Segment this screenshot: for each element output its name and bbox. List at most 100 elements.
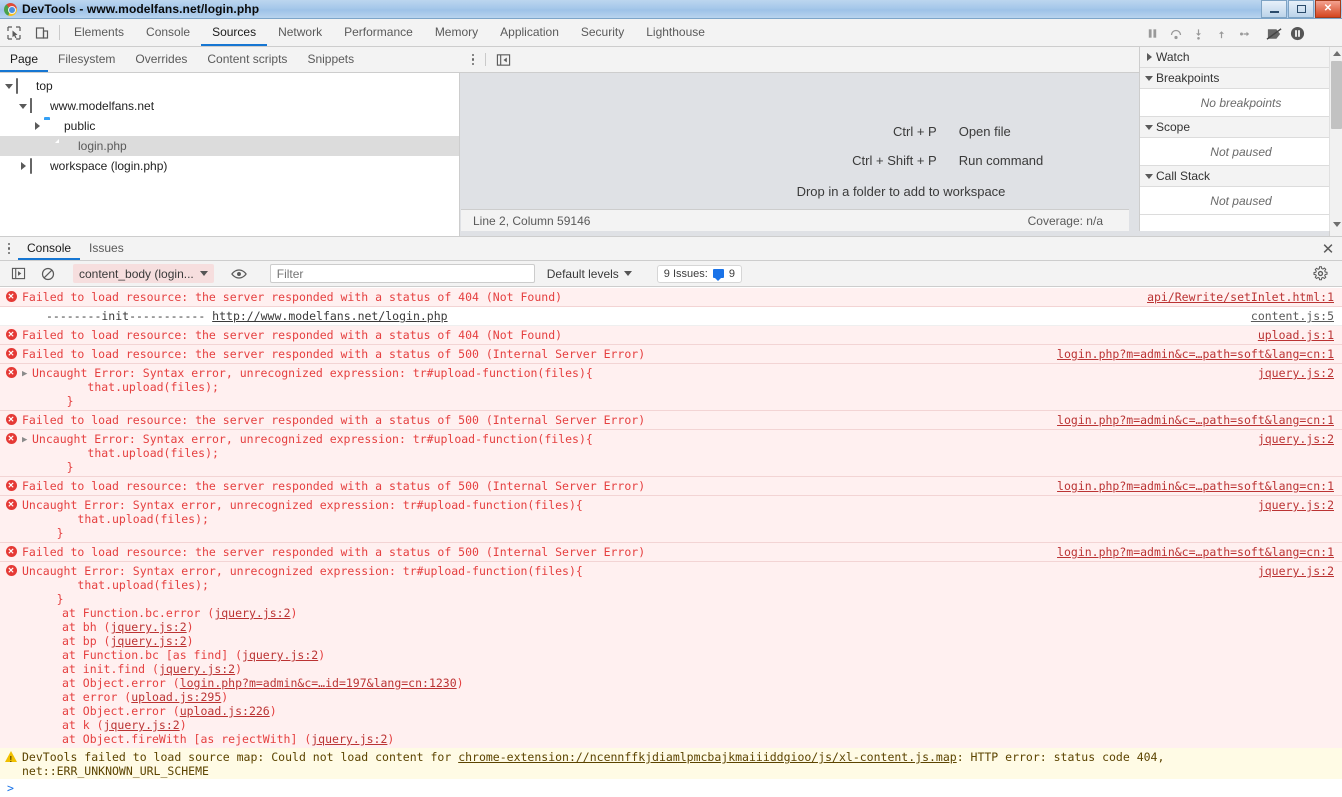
- section-call-stack[interactable]: Call Stack: [1140, 166, 1342, 187]
- console-message[interactable]: ✕ Failed to load resource: the server re…: [0, 288, 1342, 307]
- pause-resume-icon[interactable]: [1141, 22, 1164, 46]
- disclosure-triangle-icon[interactable]: ▶: [22, 366, 32, 381]
- console-message-source[interactable]: jquery.js:2: [1258, 366, 1334, 380]
- step-icon[interactable]: [1233, 22, 1256, 46]
- execution-context-selector[interactable]: content_body (login...: [73, 264, 214, 283]
- scrollbar-thumb[interactable]: [1331, 61, 1342, 129]
- console-message[interactable]: ✕ Uncaught Error: Syntax error, unrecogn…: [0, 562, 1342, 748]
- tree-item-public[interactable]: public: [0, 116, 459, 136]
- console-message-link[interactable]: http://www.modelfans.net/login.php: [212, 309, 447, 323]
- console-message[interactable]: ✕ Failed to load resource: the server re…: [0, 345, 1342, 364]
- subtab-page[interactable]: Page: [0, 47, 49, 72]
- maximize-button[interactable]: [1288, 0, 1314, 18]
- warning-link[interactable]: chrome-extension://ncennffkjdiamlpmcbajk…: [458, 750, 957, 764]
- section-breakpoints[interactable]: Breakpoints: [1140, 68, 1342, 89]
- twisty-down-icon[interactable]: [18, 101, 28, 111]
- subtab-content-scripts[interactable]: Content scripts: [197, 47, 297, 72]
- twisty-right-icon[interactable]: [1144, 52, 1154, 62]
- twisty-down-icon[interactable]: [1144, 122, 1154, 132]
- twisty-down-icon[interactable]: [4, 81, 14, 91]
- stack-frame-location[interactable]: login.php?m=admin&c=…id=197&lang=cn:1230: [180, 676, 457, 690]
- stack-frame-location[interactable]: upload.js:226: [180, 704, 270, 718]
- console-message-source[interactable]: login.php?m=admin&c=…path=soft&lang=cn:1: [1057, 347, 1334, 361]
- tab-application[interactable]: Application: [489, 19, 570, 46]
- twisty-right-icon[interactable]: [32, 121, 42, 131]
- console-message-source[interactable]: content.js:5: [1251, 309, 1334, 323]
- debugger-scrollbar[interactable]: [1329, 47, 1342, 231]
- step-out-icon[interactable]: [1210, 22, 1233, 46]
- console-message[interactable]: ✕ Failed to load resource: the server re…: [0, 477, 1342, 496]
- console-prompt[interactable]: >: [0, 779, 1342, 797]
- console-message-source[interactable]: login.php?m=admin&c=…path=soft&lang=cn:1: [1057, 545, 1334, 559]
- tab-console[interactable]: Console: [135, 19, 201, 46]
- console-message[interactable]: --------init----------- http://www.model…: [0, 307, 1342, 326]
- console-message-source[interactable]: jquery.js:2: [1258, 564, 1334, 578]
- step-into-icon[interactable]: [1187, 22, 1210, 46]
- subtab-overrides[interactable]: Overrides: [125, 47, 197, 72]
- collapse-navigator-icon[interactable]: [489, 47, 517, 72]
- console-message[interactable]: ✕ Failed to load resource: the server re…: [0, 326, 1342, 345]
- tab-network[interactable]: Network: [267, 19, 333, 46]
- tab-elements[interactable]: Elements: [63, 19, 135, 46]
- stack-frame-location[interactable]: jquery.js:2: [110, 634, 186, 648]
- drawer-more-options-icon[interactable]: [0, 237, 18, 260]
- tree-item-login-php[interactable]: login.php: [0, 136, 459, 156]
- clear-console-icon[interactable]: [34, 267, 62, 281]
- stack-frame-location[interactable]: jquery.js:2: [159, 662, 235, 676]
- close-button[interactable]: ✕: [1315, 0, 1341, 18]
- drawer-tab-console[interactable]: Console: [18, 237, 81, 260]
- stack-frame-location[interactable]: jquery.js:2: [311, 732, 387, 746]
- scroll-up-icon[interactable]: [1330, 47, 1342, 60]
- console-message[interactable]: ✕ Failed to load resource: the server re…: [0, 411, 1342, 430]
- console-filter-input[interactable]: [269, 264, 535, 283]
- console-message[interactable]: ✕ ▶ Uncaught Error: Syntax error, unreco…: [0, 430, 1342, 477]
- stack-frame-location[interactable]: upload.js:295: [131, 690, 221, 704]
- tab-lighthouse[interactable]: Lighthouse: [635, 19, 716, 46]
- twisty-down-icon[interactable]: [1144, 171, 1154, 181]
- section-scope[interactable]: Scope: [1140, 117, 1342, 138]
- drawer-tab-issues[interactable]: Issues: [80, 237, 133, 260]
- minimize-button[interactable]: [1261, 0, 1287, 18]
- stack-frame-location[interactable]: jquery.js:2: [104, 718, 180, 732]
- console-sidebar-toggle-icon[interactable]: [4, 267, 32, 280]
- subtab-filesystem[interactable]: Filesystem: [48, 47, 125, 72]
- stack-frame-location[interactable]: jquery.js:2: [110, 620, 186, 634]
- console-message-source[interactable]: jquery.js:2: [1258, 432, 1334, 446]
- pause-on-exceptions-icon[interactable]: [1286, 22, 1309, 46]
- scroll-down-icon[interactable]: [1330, 218, 1342, 231]
- console-message-source[interactable]: api/Rewrite/setInlet.html:1: [1147, 290, 1334, 304]
- device-toolbar-icon[interactable]: [28, 19, 56, 46]
- console-message-source[interactable]: upload.js:1: [1258, 328, 1334, 342]
- console-message-source[interactable]: jquery.js:2: [1258, 498, 1334, 512]
- console-warning-message[interactable]: DevTools failed to load source map: Coul…: [0, 748, 1342, 781]
- twisty-right-icon[interactable]: [18, 161, 28, 171]
- twisty-down-icon[interactable]: [1144, 73, 1154, 83]
- console-message-list[interactable]: ✕ Failed to load resource: the server re…: [0, 288, 1342, 797]
- console-message[interactable]: ✕ Uncaught Error: Syntax error, unrecogn…: [0, 496, 1342, 543]
- console-message-source[interactable]: login.php?m=admin&c=…path=soft&lang=cn:1: [1057, 413, 1334, 427]
- sources-more-options-icon[interactable]: [464, 47, 482, 72]
- step-over-icon[interactable]: [1164, 22, 1187, 46]
- console-message[interactable]: ✕ Failed to load resource: the server re…: [0, 543, 1342, 562]
- subtab-snippets[interactable]: Snippets: [297, 47, 364, 72]
- inspect-element-icon[interactable]: [0, 19, 28, 46]
- live-expression-eye-icon[interactable]: [225, 268, 253, 280]
- console-message-source[interactable]: login.php?m=admin&c=…path=soft&lang=cn:1: [1057, 479, 1334, 493]
- tab-memory[interactable]: Memory: [424, 19, 489, 46]
- console-settings-gear-icon[interactable]: [1306, 266, 1334, 281]
- tab-security[interactable]: Security: [570, 19, 635, 46]
- stack-frame-location[interactable]: jquery.js:2: [242, 648, 318, 662]
- tab-sources[interactable]: Sources: [201, 19, 268, 46]
- stack-frame-location[interactable]: jquery.js:2: [214, 606, 290, 620]
- disclosure-triangle-icon[interactable]: ▶: [22, 432, 32, 447]
- issues-badge[interactable]: 9 Issues: 9: [656, 264, 742, 283]
- console-message[interactable]: ✕ ▶ Uncaught Error: Syntax error, unreco…: [0, 364, 1342, 411]
- tab-performance[interactable]: Performance: [333, 19, 424, 46]
- close-drawer-icon[interactable]: ✕: [1314, 237, 1342, 260]
- log-level-selector[interactable]: Default levels: [547, 267, 632, 281]
- tree-item-top[interactable]: top: [0, 76, 459, 96]
- deactivate-breakpoints-icon[interactable]: [1263, 22, 1286, 46]
- tree-item-workspace[interactable]: workspace (login.php): [0, 156, 459, 176]
- section-watch[interactable]: Watch: [1140, 47, 1342, 68]
- tree-item-domain[interactable]: www.modelfans.net: [0, 96, 459, 116]
